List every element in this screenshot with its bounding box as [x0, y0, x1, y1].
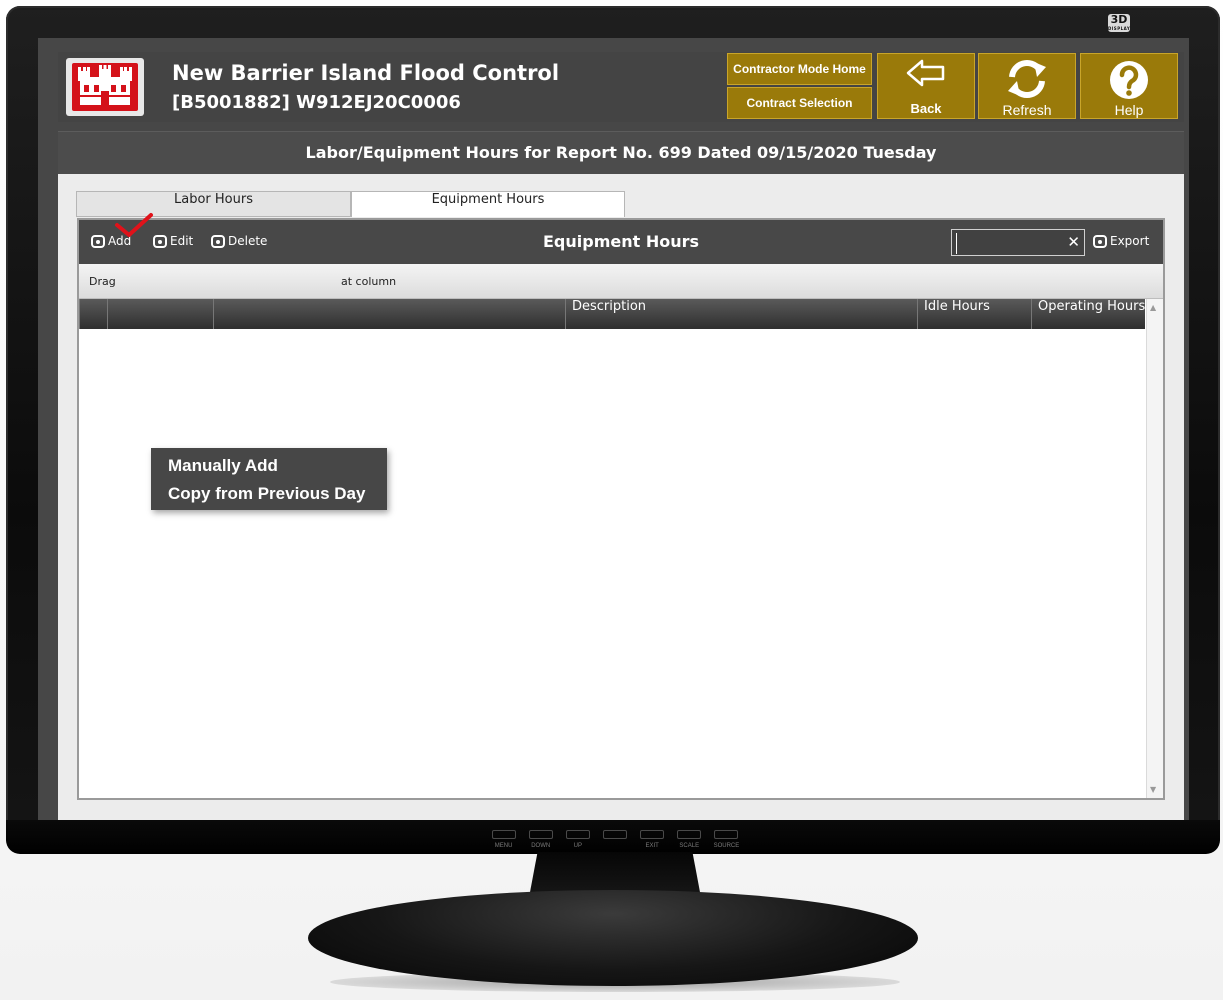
column-header-operating-hours[interactable]: Operating Hours: [1031, 299, 1145, 329]
tab-equipment-hours[interactable]: Equipment Hours: [351, 191, 625, 217]
content-area: Labor Hours Equipment Hours Add Edit Del…: [58, 174, 1184, 820]
add-icon: [91, 234, 105, 248]
export-button[interactable]: Export: [1093, 234, 1149, 248]
refresh-button[interactable]: Refresh: [978, 53, 1076, 119]
3d-badge-label: 3D: [1110, 13, 1128, 26]
monitor-button-menu[interactable]: MENU: [490, 830, 517, 856]
grid-toolbar: Add Edit Delete Equipment Hours ✕ Export: [79, 213, 1163, 264]
3d-display-badge: 3D DISPLAY: [1108, 14, 1130, 32]
clear-search-icon[interactable]: ✕: [1067, 233, 1080, 251]
export-icon: [1093, 234, 1107, 248]
group-hint-left: Drag: [89, 275, 116, 288]
back-arrow-icon: [906, 59, 945, 87]
page-heading-bar: Labor/Equipment Hours for Report No. 699…: [58, 131, 1184, 174]
app-title: New Barrier Island Flood Control: [172, 61, 560, 85]
search-box: ✕: [951, 229, 1085, 256]
edit-label: Edit: [170, 234, 194, 248]
column-header-2[interactable]: [107, 299, 213, 329]
column-header-select[interactable]: [79, 299, 107, 329]
vertical-scrollbar[interactable]: ▲ ▼: [1146, 299, 1163, 798]
scroll-up-icon[interactable]: ▲: [1150, 303, 1156, 312]
help-label: Help: [1114, 102, 1144, 118]
refresh-label: Refresh: [1002, 102, 1052, 118]
add-dropdown-menu: Manually Add Copy from Previous Day: [151, 448, 387, 510]
delete-label: Delete: [228, 234, 268, 248]
back-label: Back: [910, 101, 942, 116]
column-header-idle-hours[interactable]: Idle Hours: [917, 299, 1031, 329]
contractor-mode-home-button[interactable]: Contractor Mode Home: [727, 53, 872, 85]
castle-icon: [66, 58, 144, 116]
column-header-3[interactable]: [213, 299, 565, 329]
refresh-icon: [1008, 60, 1046, 98]
export-label: Export: [1110, 234, 1150, 248]
edit-button[interactable]: Edit: [153, 234, 193, 248]
equipment-hours-grid: Add Edit Delete Equipment Hours ✕ Export…: [77, 213, 1165, 800]
checkmark-icon: [115, 213, 153, 237]
delete-button[interactable]: Delete: [211, 234, 267, 248]
delete-icon: [211, 234, 225, 248]
screen: New Barrier Island Flood Control [B50018…: [38, 38, 1189, 820]
app-header: New Barrier Island Flood Control [B50018…: [58, 52, 1184, 122]
back-button[interactable]: Back: [877, 53, 975, 119]
search-input[interactable]: [956, 233, 1069, 254]
app-subtitle: [B5001882] W912EJ20C0006: [172, 92, 461, 113]
help-question-icon: [1110, 61, 1148, 99]
grid-header-row: Description Idle Hours Operating Hours: [79, 299, 1145, 329]
monitor-button-label: EXIT: [645, 843, 659, 849]
scroll-down-icon[interactable]: ▼: [1150, 785, 1156, 794]
monitor-button-label: SOURCE: [713, 843, 740, 849]
group-by-bar[interactable]: Drag at column: [79, 264, 1163, 299]
monitor-button-source[interactable]: SOURCE: [713, 830, 740, 856]
menu-item-copy-from-previous-day[interactable]: Copy from Previous Day: [168, 484, 365, 504]
group-hint-right: at column: [341, 275, 397, 288]
monitor-button-label: UP: [573, 843, 583, 849]
column-header-description[interactable]: Description: [565, 299, 917, 329]
monitor-button-label: MENU: [494, 843, 513, 849]
menu-item-manually-add[interactable]: Manually Add: [168, 456, 278, 476]
edit-icon: [153, 234, 167, 248]
help-button[interactable]: Help: [1080, 53, 1178, 119]
3d-badge-sublabel: DISPLAY: [1108, 26, 1131, 31]
monitor-stand: [308, 890, 918, 986]
monitor-button-label: SCALE: [679, 843, 700, 849]
page-heading: Labor/Equipment Hours for Report No. 699…: [305, 143, 937, 162]
contract-selection-button[interactable]: Contract Selection: [727, 87, 872, 119]
monitor-button-label: DOWN: [531, 843, 551, 849]
